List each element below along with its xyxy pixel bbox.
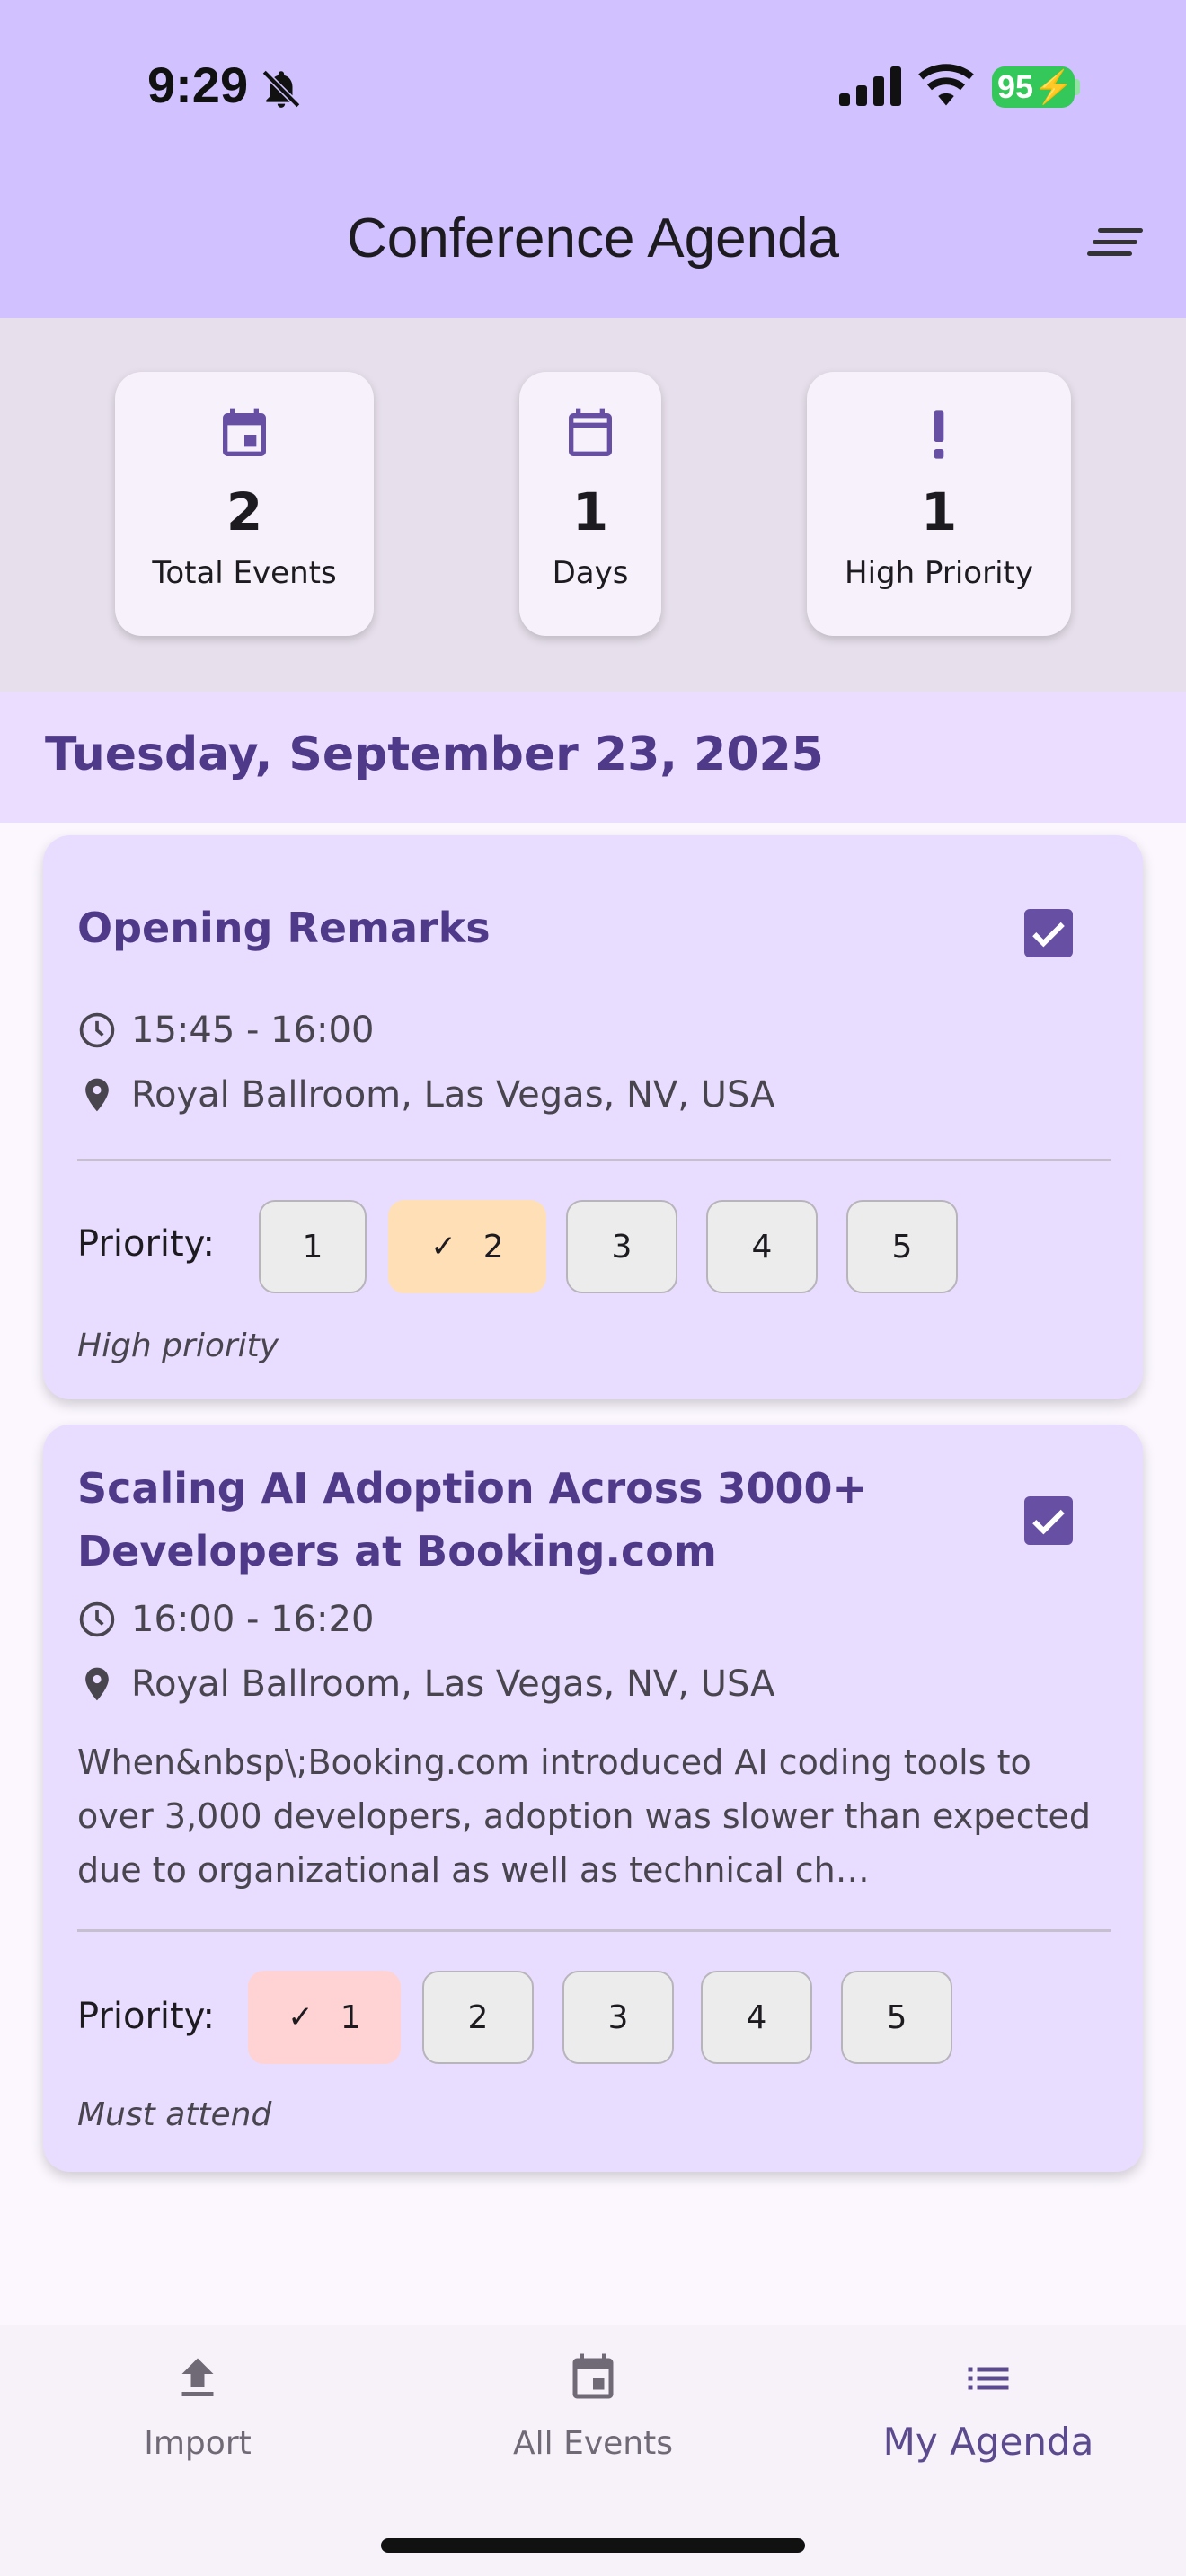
event-checkbox[interactable] [1024, 1496, 1073, 1545]
priority-chip-4[interactable]: 4 [701, 1971, 812, 2064]
status-time: 9:29 [147, 57, 249, 113]
stat-label: Total Events [152, 555, 337, 591]
signal-icon [839, 66, 901, 106]
priority-chip-2[interactable]: 2 [422, 1971, 534, 2064]
battery-tip [1075, 79, 1080, 95]
event-title: Opening Remarks [77, 904, 491, 952]
bell-off-icon [261, 69, 301, 109]
event-location: Royal Ballroom, Las Vegas, NV, USA [131, 1074, 775, 1116]
exclamation-icon [934, 410, 944, 459]
priority-chip-1-selected[interactable]: ✓ 1 [248, 1971, 401, 2064]
nav-item-my-agenda[interactable]: My Agenda [791, 2325, 1186, 2504]
priority-chip-1[interactable]: 1 [259, 1200, 367, 1293]
date-section-header: Tuesday, September 23, 2025 [0, 692, 1186, 823]
stat-label: High Priority [845, 555, 1033, 591]
stat-value: 1 [571, 481, 609, 543]
event-card[interactable]: Scaling AI Adoption Across 3000+ Develop… [43, 1425, 1143, 2172]
priority-chip-4[interactable]: 4 [706, 1200, 818, 1293]
sort-icon[interactable] [1087, 223, 1145, 262]
nav-item-import[interactable]: Import [0, 2325, 395, 2504]
checkmark-icon: ✓ [430, 1229, 456, 1265]
event-description: When&nbsp\;Booking.com introduced AI cod… [77, 1742, 1092, 1890]
event-location-row: Royal Ballroom, Las Vegas, NV, USA [77, 1074, 774, 1116]
priority-chip-5[interactable]: 5 [846, 1200, 958, 1293]
nav-item-all-events[interactable]: All Events [395, 2325, 791, 2504]
event-time: 15:45 - 16:00 [131, 1010, 375, 1051]
event-time: 16:00 - 16:20 [131, 1599, 375, 1640]
event-location-row: Royal Ballroom, Las Vegas, NV, USA [77, 1663, 774, 1705]
event-time-row: 15:45 - 16:00 [77, 1010, 374, 1051]
location-pin-icon [85, 1078, 109, 1112]
nav-label: My Agenda [882, 2420, 1094, 2464]
event-location: Royal Ballroom, Las Vegas, NV, USA [131, 1663, 775, 1705]
page-title: Conference Agenda [346, 207, 840, 269]
calendar-event-icon [572, 2353, 614, 2399]
priority-chip-2-selected[interactable]: ✓ 2 [388, 1200, 546, 1293]
nav-label: All Events [513, 2425, 673, 2462]
priority-note: High priority [77, 1328, 279, 1364]
stat-card-days: 1 Days [519, 372, 661, 636]
checkmark-icon [1032, 1509, 1065, 1535]
stat-card-high-priority: 1 High Priority [807, 372, 1071, 636]
list-icon [968, 2367, 1009, 2390]
app-bar: 9:29 95⚡ Conference Agenda [0, 0, 1186, 318]
battery-indicator: 95⚡ [992, 66, 1075, 108]
location-pin-icon [85, 1667, 109, 1701]
priority-chip-3[interactable]: 3 [566, 1200, 677, 1293]
divider [77, 1929, 1111, 1932]
date-label: Tuesday, September 23, 2025 [45, 728, 824, 781]
wifi-icon [918, 64, 974, 106]
clock-icon [79, 1601, 115, 1637]
upload-icon [181, 2358, 214, 2396]
calendar-event-icon [223, 408, 266, 456]
checkmark-icon [1032, 922, 1065, 948]
priority-label: Priority: [77, 1996, 215, 2037]
clock-icon [79, 1012, 115, 1048]
stat-card-total-events: 2 Total Events [115, 372, 374, 636]
stat-value: 2 [226, 481, 263, 543]
event-checkbox[interactable] [1024, 909, 1073, 957]
priority-label: Priority: [77, 1223, 215, 1265]
divider [77, 1159, 1111, 1161]
nav-label: Import [144, 2425, 252, 2462]
priority-chip-5[interactable]: 5 [841, 1971, 952, 2064]
priority-note: Must attend [77, 2096, 272, 2133]
priority-chip-3[interactable]: 3 [562, 1971, 674, 2064]
stats-summary: 2 Total Events 1 Days 1 High Priority [0, 318, 1186, 692]
event-card[interactable]: Opening Remarks 15:45 - 16:00 Royal Ball… [43, 835, 1143, 1399]
event-title: Scaling AI Adoption Across 3000+ Develop… [77, 1464, 868, 1575]
stat-value: 1 [920, 481, 958, 543]
stat-label: Days [552, 555, 629, 591]
calendar-icon [569, 408, 612, 456]
event-time-row: 16:00 - 16:20 [77, 1599, 374, 1640]
checkmark-icon: ✓ [288, 1999, 314, 2035]
home-indicator [381, 2538, 805, 2553]
